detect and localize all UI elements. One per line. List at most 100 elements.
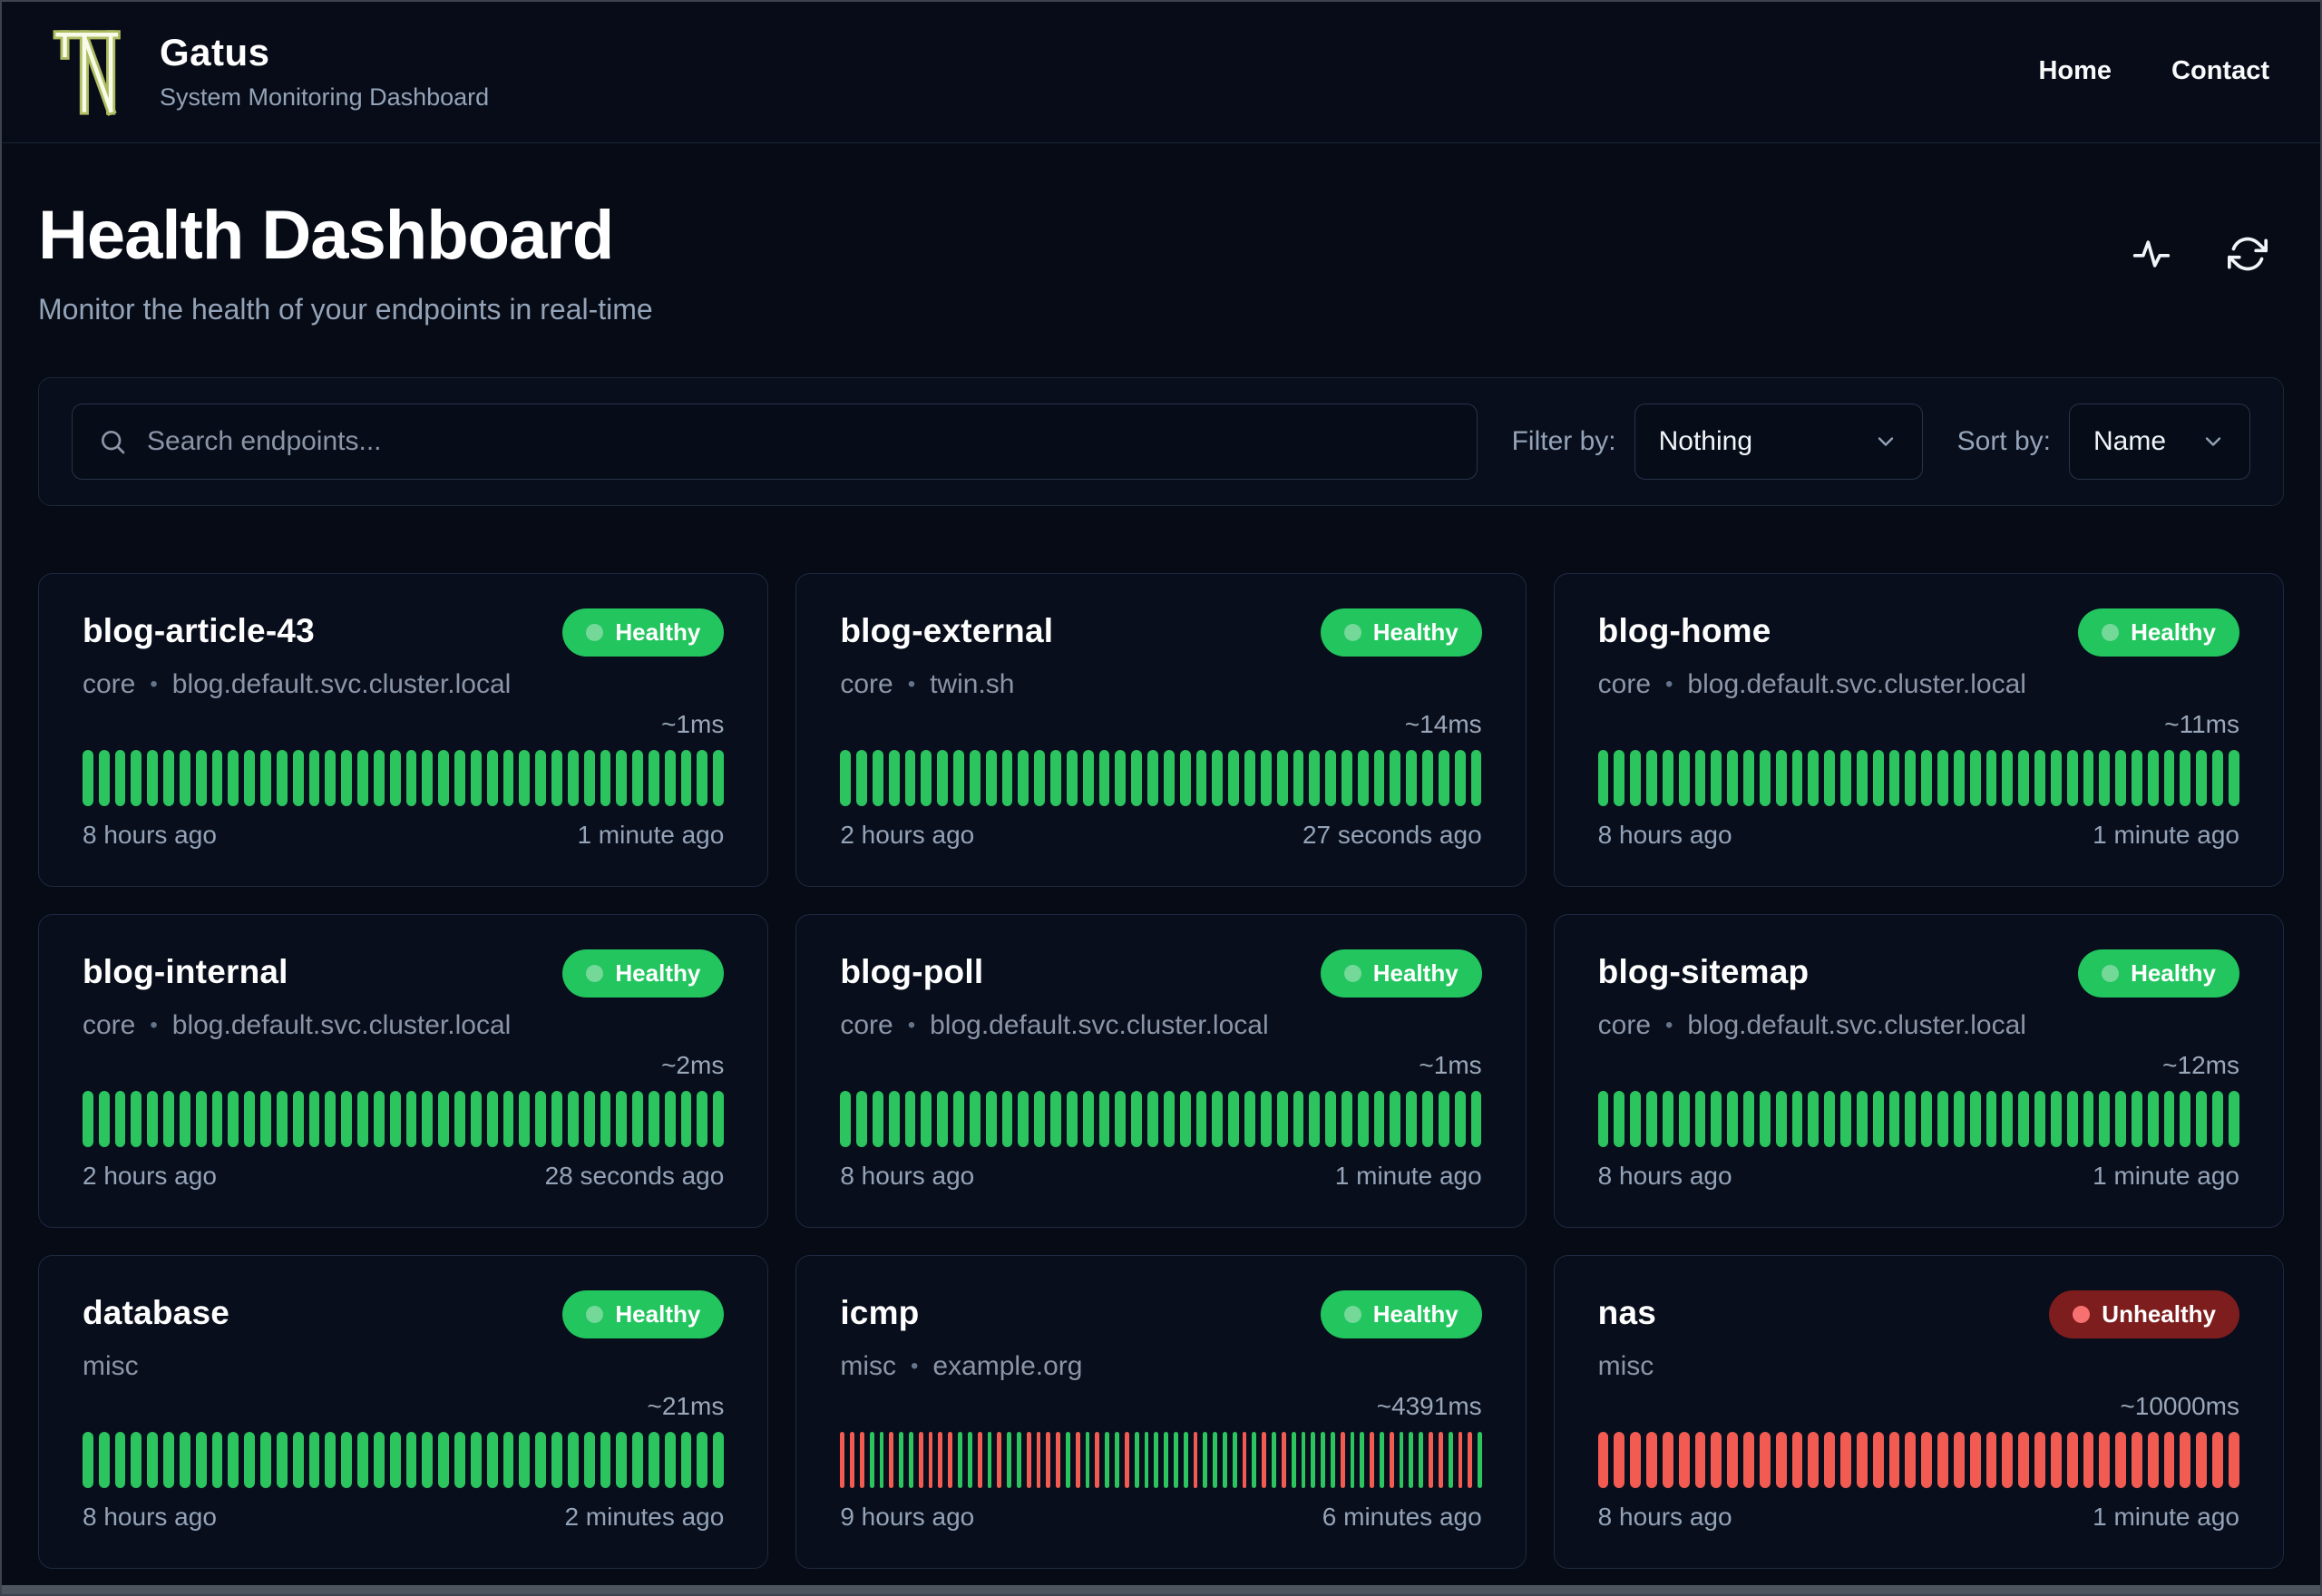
status-bar[interactable] [1438,1432,1443,1488]
status-bar[interactable] [1357,750,1369,806]
status-bar[interactable] [1711,750,1722,806]
status-bar[interactable] [438,750,450,806]
status-bar[interactable] [969,750,981,806]
status-bar[interactable] [1183,1432,1188,1488]
status-bar[interactable] [888,1091,900,1147]
status-bar[interactable] [840,750,852,806]
status-bar[interactable] [1242,1432,1247,1488]
status-bar[interactable] [1953,1091,1965,1147]
status-bar[interactable] [1888,1432,1900,1488]
status-bar[interactable] [1985,1432,1997,1488]
status-bar[interactable] [1448,1432,1453,1488]
status-bar[interactable] [567,1432,579,1488]
status-bar[interactable] [98,1432,110,1488]
status-bar[interactable] [1678,1091,1690,1147]
status-bar[interactable] [228,1091,239,1147]
status-bar[interactable] [147,1091,159,1147]
status-bar[interactable] [1840,1432,1851,1488]
status-bar[interactable] [1921,1091,1933,1147]
status-bar[interactable] [967,1432,972,1488]
status-bar[interactable] [486,1091,498,1147]
status-bar[interactable] [405,1091,417,1147]
status-bar[interactable] [985,750,997,806]
status-bar[interactable] [1759,1091,1771,1147]
nav-link-home[interactable]: Home [2038,56,2112,86]
status-bar[interactable] [438,1091,450,1147]
status-bar[interactable] [904,1091,916,1147]
activity-button[interactable] [2132,234,2171,274]
status-bar[interactable] [519,1432,531,1488]
status-bar[interactable] [405,750,417,806]
status-bar[interactable] [1390,750,1401,806]
status-bar[interactable] [921,750,932,806]
status-bar[interactable] [1840,750,1851,806]
status-bar[interactable] [211,750,223,806]
status-bar[interactable] [1824,1432,1836,1488]
status-bar[interactable] [1808,1432,1820,1488]
status-bar[interactable] [276,1432,288,1488]
status-bar[interactable] [357,750,368,806]
endpoint-card[interactable]: nas Unhealthy misc ~10000ms 8 hours ago … [1553,1255,2284,1569]
status-bar[interactable] [2034,1091,2045,1147]
status-bar[interactable] [438,1432,450,1488]
status-bar[interactable] [2115,1091,2126,1147]
status-bar[interactable] [1124,1432,1129,1488]
status-bar[interactable] [1016,1432,1021,1488]
status-bar[interactable] [1115,1432,1119,1488]
status-bar[interactable] [1743,750,1754,806]
status-bar[interactable] [1098,1091,1110,1147]
status-bar[interactable] [1727,1432,1739,1488]
status-bar[interactable] [1937,1091,1948,1147]
status-bar[interactable] [2163,1091,2175,1147]
status-bar[interactable] [921,1091,932,1147]
status-bar[interactable] [2180,1091,2191,1147]
status-bar[interactable] [1173,1432,1178,1488]
status-bar[interactable] [325,1432,337,1488]
status-bar[interactable] [1969,750,1981,806]
status-bar[interactable] [1953,1432,1965,1488]
status-bar[interactable] [1001,750,1013,806]
status-bar[interactable] [422,1091,434,1147]
status-bar[interactable] [889,1432,894,1488]
status-bar[interactable] [1026,1432,1031,1488]
status-bar[interactable] [1082,750,1094,806]
status-bar[interactable] [859,1432,864,1488]
status-bar[interactable] [713,1091,725,1147]
status-bar[interactable] [648,1091,659,1147]
status-bar[interactable] [872,750,883,806]
status-bar[interactable] [1597,1432,1609,1488]
status-bar[interactable] [1856,750,1868,806]
status-bar[interactable] [1921,750,1933,806]
status-bar[interactable] [2228,1432,2239,1488]
status-bar[interactable] [2163,750,2175,806]
status-bar[interactable] [131,1091,142,1147]
status-bar[interactable] [1134,1432,1139,1488]
status-bar[interactable] [1824,1091,1836,1147]
status-bar[interactable] [454,1091,465,1147]
status-bar[interactable] [1678,1432,1690,1488]
status-bar[interactable] [1260,750,1272,806]
status-bar[interactable] [1953,750,1965,806]
status-bar[interactable] [1888,750,1900,806]
status-bar[interactable] [567,750,579,806]
status-bar[interactable] [987,1432,992,1488]
status-bar[interactable] [2002,750,2014,806]
status-bar[interactable] [2083,1432,2094,1488]
status-bar[interactable] [1050,1091,1061,1147]
status-bar[interactable] [470,1091,482,1147]
status-bar[interactable] [1872,1432,1884,1488]
status-bar[interactable] [1223,1432,1227,1488]
status-bar[interactable] [856,750,867,806]
status-bar[interactable] [1276,1091,1288,1147]
status-bar[interactable] [308,1091,320,1147]
endpoint-card[interactable]: blog-poll Healthy core • blog.default.sv… [795,914,1527,1228]
status-bar[interactable] [1105,1432,1110,1488]
status-bar[interactable] [1921,1432,1933,1488]
status-bar[interactable] [2228,1091,2239,1147]
status-bar[interactable] [616,750,628,806]
status-bar[interactable] [1808,750,1820,806]
status-bar[interactable] [1203,1432,1208,1488]
status-bar[interactable] [535,1432,547,1488]
status-bar[interactable] [632,1091,643,1147]
status-bar[interactable] [1373,750,1385,806]
